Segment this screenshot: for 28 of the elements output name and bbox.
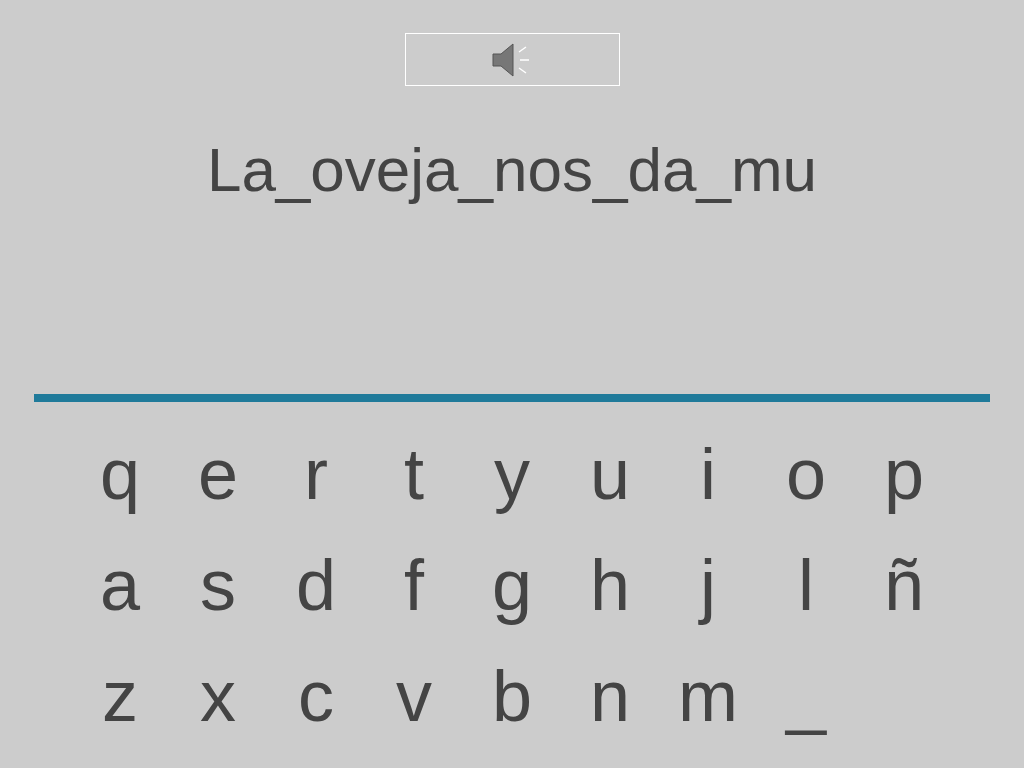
letter-key[interactable]: r	[304, 428, 328, 519]
letter-key[interactable]: i	[700, 428, 716, 519]
letter-key[interactable]: e	[197, 428, 238, 519]
letter-key[interactable]: g	[491, 539, 532, 630]
letter-key[interactable]: _	[785, 650, 826, 741]
letter-key[interactable]: h	[589, 539, 630, 630]
letter-key[interactable]: c	[298, 650, 334, 741]
letter-key[interactable]: q	[99, 428, 140, 519]
letter-key[interactable]: y	[494, 428, 530, 519]
letter-key[interactable]: s	[200, 539, 236, 630]
letter-key[interactable]: t	[404, 428, 424, 519]
letter-key[interactable]: v	[396, 650, 432, 741]
letter-key[interactable]: n	[589, 650, 630, 741]
sentence-text: La_oveja_nos_da_mu	[206, 134, 818, 206]
letter-key[interactable]: l	[798, 539, 814, 630]
letter-key[interactable]: a	[99, 539, 140, 630]
letter-key[interactable]: b	[491, 650, 532, 741]
letter-key[interactable]: p	[883, 428, 924, 519]
letter-key[interactable]: f	[404, 539, 424, 630]
letter-key[interactable]: z	[102, 650, 138, 741]
letter-key[interactable]: u	[589, 428, 630, 519]
letter-key[interactable]: x	[200, 650, 236, 741]
letter-key[interactable]: d	[295, 539, 336, 630]
sound-button[interactable]	[404, 33, 620, 86]
letter-key[interactable]: o	[785, 428, 826, 519]
letter-key[interactable]: m	[678, 650, 738, 741]
letter-key[interactable]: ñ	[883, 539, 924, 630]
letter-key[interactable]: j	[700, 539, 716, 630]
